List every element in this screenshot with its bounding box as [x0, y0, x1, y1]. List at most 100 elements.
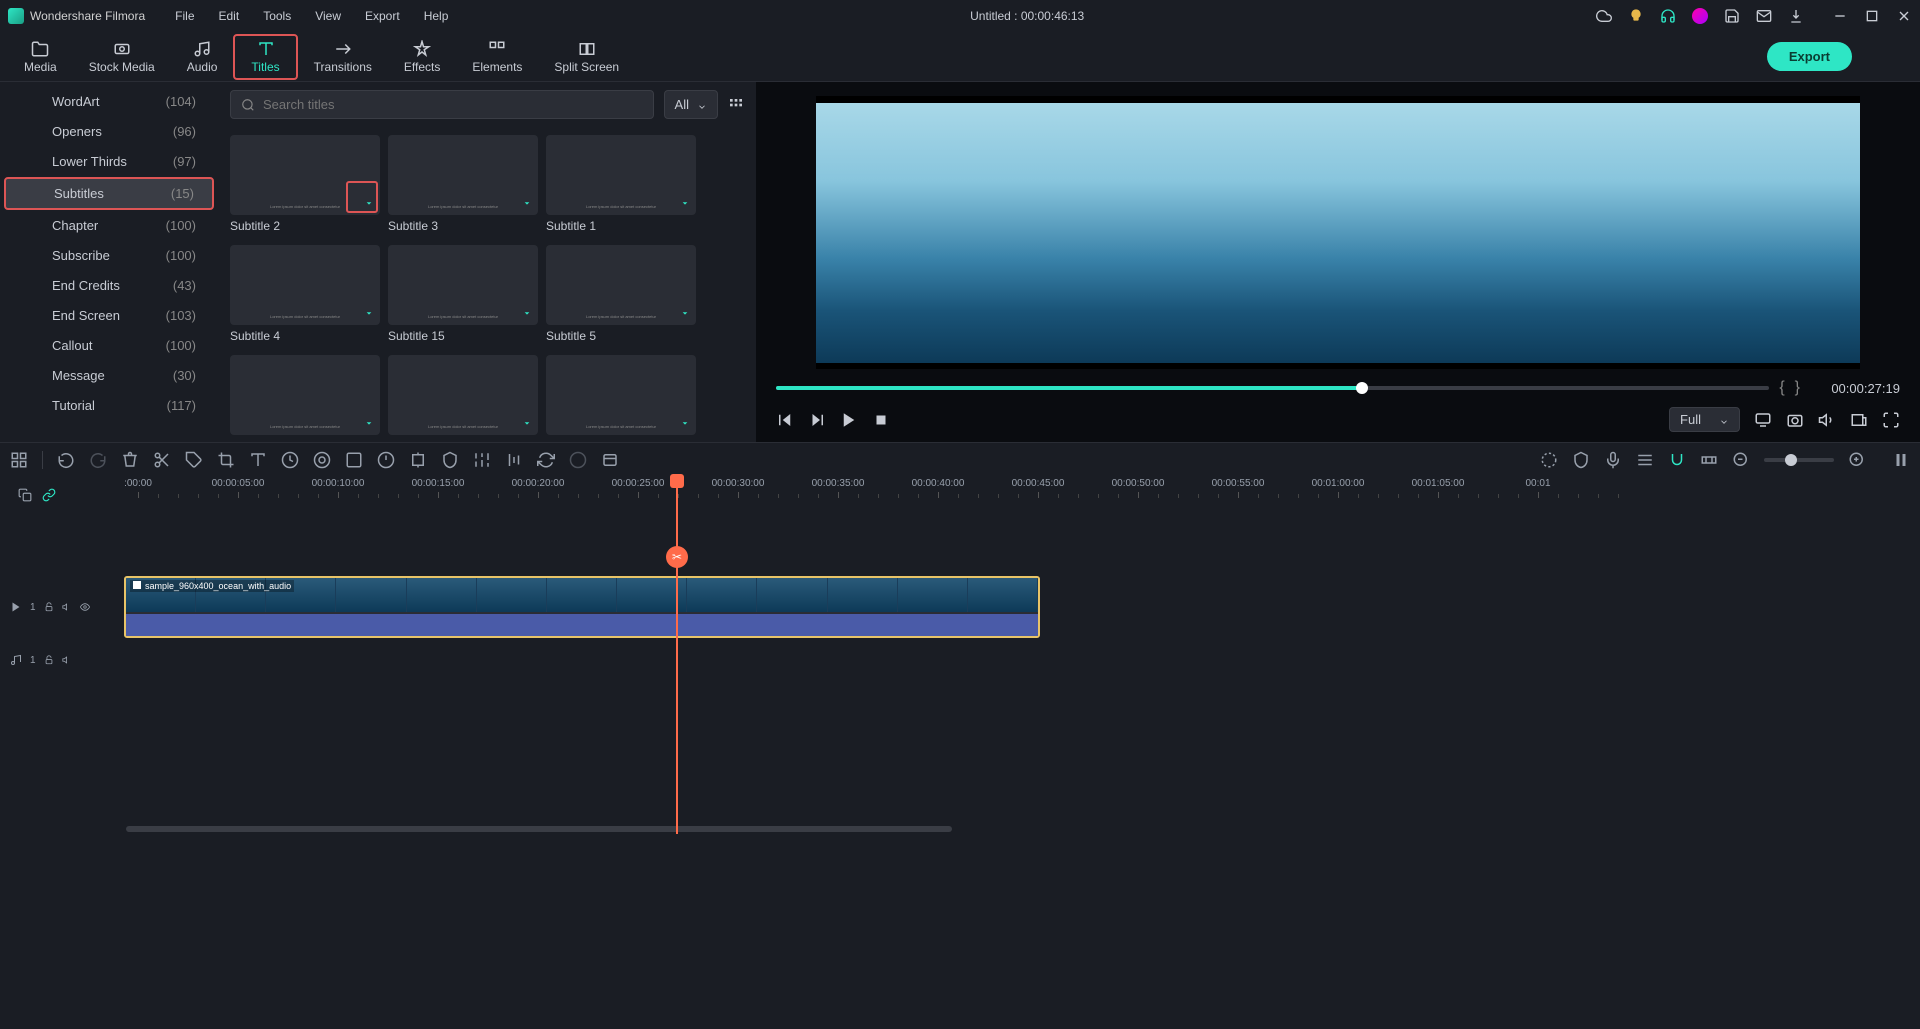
sidebar-item-tutorial[interactable]: Tutorial(117)	[4, 391, 214, 420]
marker-icon[interactable]	[1540, 451, 1558, 469]
manage-tracks-icon[interactable]	[10, 451, 28, 469]
tab-split-screen[interactable]: Split Screen	[538, 34, 635, 80]
color-icon[interactable]	[313, 451, 331, 469]
playhead-split-icon[interactable]: ✂	[666, 546, 688, 568]
redo-icon[interactable]	[89, 451, 107, 469]
sidebar-item-wordart[interactable]: WordArt(104)	[4, 87, 214, 116]
sidebar-item-callout[interactable]: Callout(100)	[4, 331, 214, 360]
search-input[interactable]	[263, 97, 643, 112]
close-icon[interactable]	[1896, 8, 1912, 24]
render-icon[interactable]	[569, 451, 587, 469]
lock-icon[interactable]	[44, 602, 54, 612]
thumbnail-item[interactable]: Lorem ipsum dolor sit amet consecteturSu…	[230, 135, 380, 233]
save-icon[interactable]	[1724, 8, 1740, 24]
export-frame-icon[interactable]	[1850, 411, 1868, 429]
menu-tools[interactable]: Tools	[253, 5, 301, 27]
sidebar-item-lower-thirds[interactable]: Lower Thirds(97)	[4, 147, 214, 176]
copy-track-icon[interactable]	[18, 488, 32, 502]
tag-icon[interactable]	[185, 451, 203, 469]
mute-icon[interactable]	[62, 655, 72, 665]
ripple-icon[interactable]	[1700, 451, 1718, 469]
playhead[interactable]: ✂	[676, 476, 678, 834]
tab-media[interactable]: Media	[8, 34, 73, 80]
sidebar-item-subtitles[interactable]: Subtitles(15)	[4, 177, 214, 210]
snapshot-icon[interactable]	[1786, 411, 1804, 429]
download-icon[interactable]	[520, 417, 534, 431]
download-icon[interactable]	[678, 417, 692, 431]
thumbnail-item[interactable]: Lorem ipsum dolor sit amet consectetur	[388, 355, 538, 439]
sidebar-item-end-screen[interactable]: End Screen(103)	[4, 301, 214, 330]
tab-transitions[interactable]: Transitions	[298, 34, 388, 80]
menu-export[interactable]: Export	[355, 5, 410, 27]
download-icon[interactable]	[1788, 8, 1804, 24]
audio-edit-icon[interactable]	[505, 451, 523, 469]
menu-edit[interactable]: Edit	[209, 5, 250, 27]
link-track-icon[interactable]	[42, 488, 56, 502]
download-icon[interactable]	[520, 197, 534, 211]
mute-icon[interactable]	[62, 602, 72, 612]
timeline-scrollbar-thumb[interactable]	[126, 826, 952, 832]
play-icon[interactable]	[840, 411, 858, 429]
crop-icon[interactable]	[217, 451, 235, 469]
thumbnail-item[interactable]: Lorem ipsum dolor sit amet consectetur	[230, 355, 380, 439]
minimize-icon[interactable]	[1832, 8, 1848, 24]
sidebar-item-chapter[interactable]: Chapter(100)	[4, 211, 214, 240]
scrubber[interactable]	[776, 386, 1769, 390]
grid-view-icon[interactable]	[728, 97, 744, 113]
download-icon[interactable]	[520, 307, 534, 321]
prev-frame-icon[interactable]	[776, 411, 794, 429]
tab-effects[interactable]: Effects	[388, 34, 456, 80]
thumbnail-item[interactable]: Lorem ipsum dolor sit amet consecteturSu…	[230, 245, 380, 343]
preview-video[interactable]	[816, 96, 1860, 369]
menu-file[interactable]: File	[165, 5, 204, 27]
sidebar-item-openers[interactable]: Openers(96)	[4, 117, 214, 146]
snap-icon[interactable]	[1668, 451, 1686, 469]
fullscreen-icon[interactable]	[1882, 411, 1900, 429]
maximize-icon[interactable]	[1864, 8, 1880, 24]
mic-icon[interactable]	[1604, 451, 1622, 469]
mixer-icon[interactable]	[1636, 451, 1654, 469]
timeline-ruler[interactable]: :00:0000:00:05:0000:00:10:0000:00:15:000…	[124, 476, 1920, 514]
lightbulb-icon[interactable]	[1628, 8, 1644, 24]
zoom-fit-icon[interactable]	[1892, 451, 1910, 469]
thumbnail-item[interactable]: Lorem ipsum dolor sit amet consectetur	[546, 355, 696, 439]
scrubber-handle[interactable]	[1356, 382, 1368, 394]
video-track-area[interactable]: sample_960x400_ocean_with_audio	[124, 574, 1920, 640]
headphones-icon[interactable]	[1660, 8, 1676, 24]
download-icon[interactable]	[678, 197, 692, 211]
search-box[interactable]	[230, 90, 654, 119]
speed-icon[interactable]	[281, 451, 299, 469]
text-tool-icon[interactable]	[249, 451, 267, 469]
split-icon[interactable]	[153, 451, 171, 469]
menu-view[interactable]: View	[305, 5, 351, 27]
zoom-in-icon[interactable]	[1848, 451, 1866, 469]
marker2-icon[interactable]	[1572, 451, 1590, 469]
cloud-icon[interactable]	[1596, 8, 1612, 24]
record-icon[interactable]	[601, 451, 619, 469]
timeline-scrollbar[interactable]	[124, 824, 1920, 834]
mark-in-icon[interactable]: {	[1779, 379, 1784, 397]
thumbnail-item[interactable]: Lorem ipsum dolor sit amet consecteturSu…	[546, 245, 696, 343]
sidebar-item-end-credits[interactable]: End Credits(43)	[4, 271, 214, 300]
display-icon[interactable]	[1754, 411, 1772, 429]
thumbnail-item[interactable]: Lorem ipsum dolor sit amet consecteturSu…	[388, 135, 538, 233]
zoom-slider[interactable]	[1764, 458, 1834, 462]
playhead-handle[interactable]	[670, 474, 684, 488]
stop-icon[interactable]	[872, 411, 890, 429]
download-icon[interactable]	[362, 417, 376, 431]
play-pause-icon[interactable]	[808, 411, 826, 429]
tab-titles[interactable]: Titles	[233, 34, 297, 80]
tab-stock-media[interactable]: Stock Media	[73, 34, 171, 80]
sidebar-item-message[interactable]: Message(30)	[4, 361, 214, 390]
download-icon[interactable]	[362, 197, 376, 211]
filter-dropdown[interactable]: All	[664, 90, 718, 119]
tab-audio[interactable]: Audio	[171, 34, 234, 80]
tab-elements[interactable]: Elements	[456, 34, 538, 80]
sidebar-item-subscribe[interactable]: Subscribe(100)	[4, 241, 214, 270]
motion-icon[interactable]	[409, 451, 427, 469]
mask-icon[interactable]	[441, 451, 459, 469]
thumbnail-item[interactable]: Lorem ipsum dolor sit amet consecteturSu…	[388, 245, 538, 343]
thumbnail-item[interactable]: Lorem ipsum dolor sit amet consecteturSu…	[546, 135, 696, 233]
mark-out-icon[interactable]: }	[1795, 379, 1800, 397]
undo-icon[interactable]	[57, 451, 75, 469]
